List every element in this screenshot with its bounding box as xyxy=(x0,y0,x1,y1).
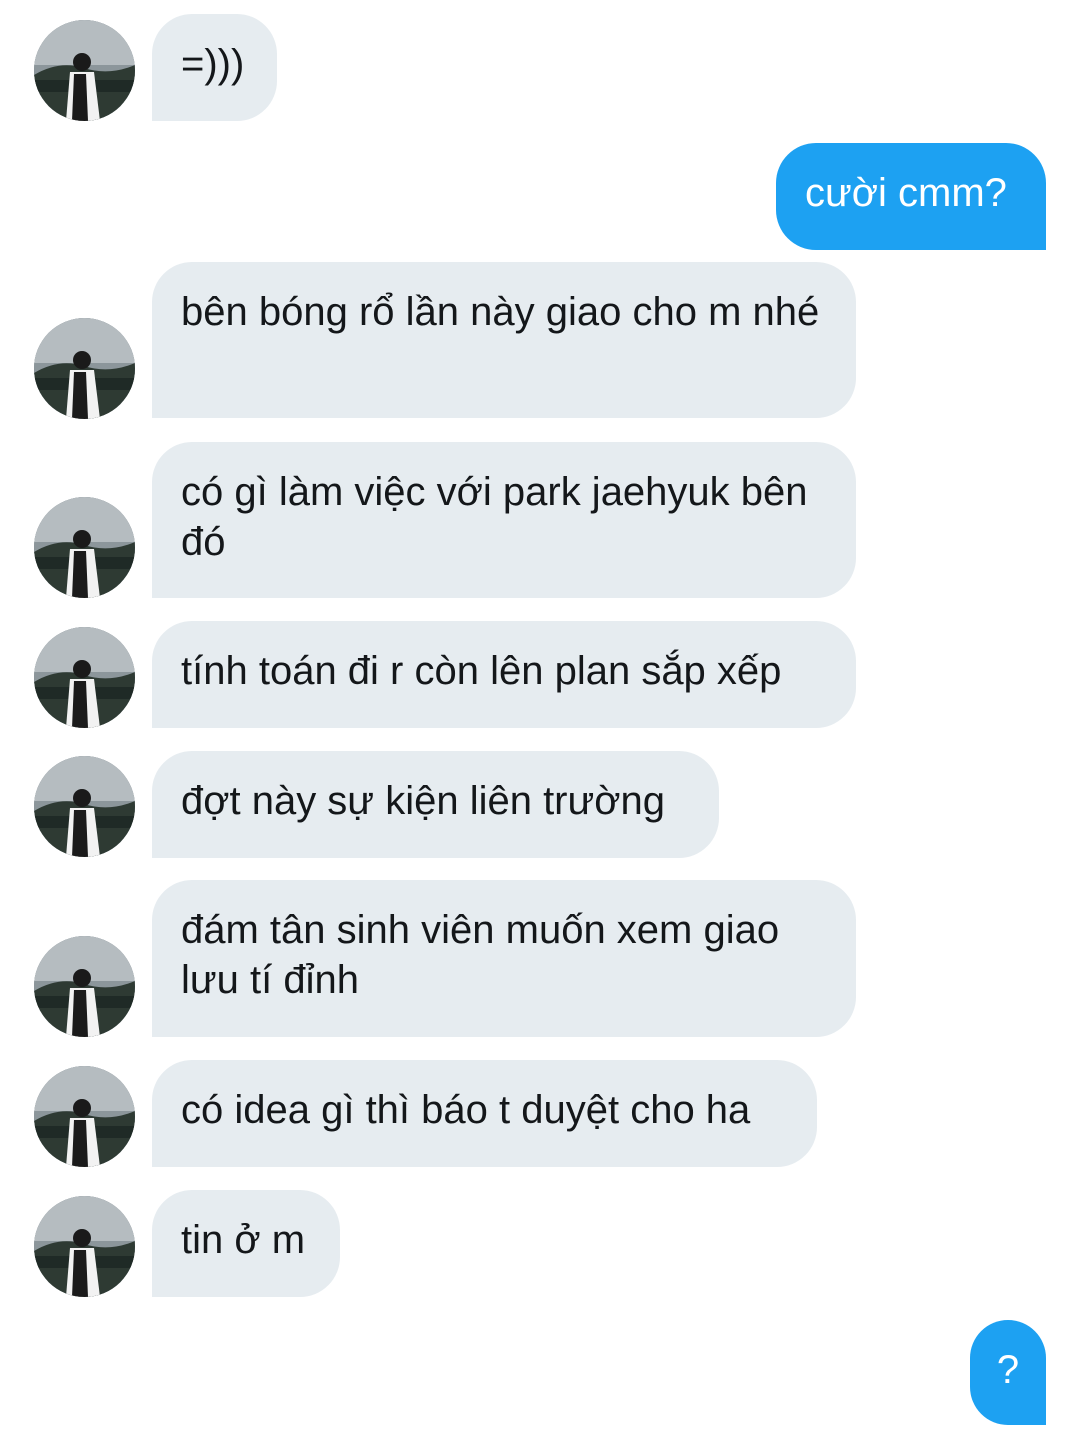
outgoing-message[interactable]: ? xyxy=(970,1320,1046,1425)
avatar[interactable] xyxy=(34,1066,135,1167)
incoming-message[interactable]: tính toán đi r còn lên plan sắp xếp xyxy=(152,621,856,728)
incoming-message[interactable]: có gì làm việc với park jaehyuk bên đó xyxy=(152,442,856,598)
avatar[interactable] xyxy=(34,318,135,419)
avatar[interactable] xyxy=(34,1196,135,1297)
incoming-message[interactable]: đợt này sự kiện liên trường xyxy=(152,751,719,858)
avatar[interactable] xyxy=(34,497,135,598)
avatar[interactable] xyxy=(34,627,135,728)
incoming-message[interactable]: có idea gì thì báo t duyệt cho ha xyxy=(152,1060,817,1167)
incoming-message[interactable]: đám tân sinh viên muốn xem giao lưu tí đ… xyxy=(152,880,856,1037)
avatar[interactable] xyxy=(34,756,135,857)
incoming-message[interactable]: bên bóng rổ lần này giao cho m nhé xyxy=(152,262,856,418)
incoming-message[interactable]: tin ở m xyxy=(152,1190,340,1297)
avatar[interactable] xyxy=(34,936,135,1037)
outgoing-message[interactable]: cười cmm? xyxy=(776,143,1046,250)
avatar[interactable] xyxy=(34,20,135,121)
incoming-message[interactable]: =))) xyxy=(152,14,277,121)
